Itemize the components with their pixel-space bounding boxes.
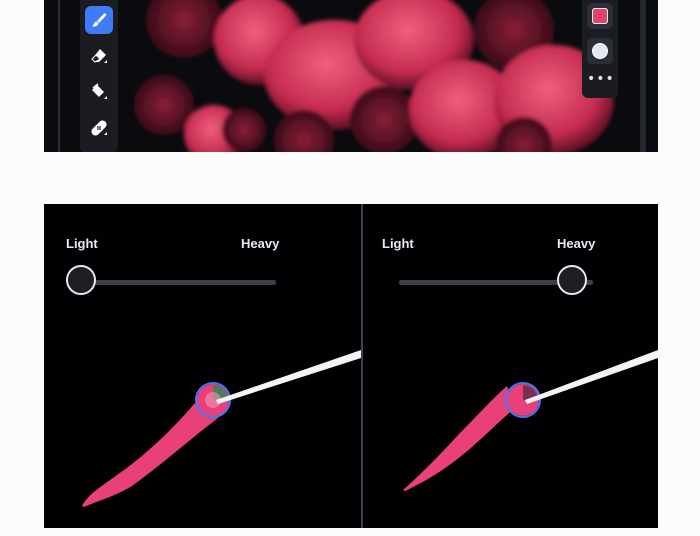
canvas-left-edge — [58, 0, 60, 152]
primary-color-button[interactable] — [587, 3, 613, 29]
tool-panel — [80, 0, 118, 152]
canvas-right-edge — [640, 0, 646, 152]
brush-tool-button[interactable] — [85, 6, 113, 34]
secondary-color-button[interactable] — [587, 38, 613, 64]
eraser-icon — [91, 49, 107, 63]
more-options-button[interactable]: ••• — [587, 70, 614, 88]
paint-bucket-icon — [92, 83, 107, 99]
primary-color-swatch — [592, 8, 608, 24]
pressure-demo: Light Heavy Light Heavy — [44, 204, 658, 528]
bandage-icon — [91, 120, 107, 136]
color-panel: ••• — [582, 0, 618, 98]
light-pressure-panel: Light Heavy — [44, 204, 361, 528]
brush-stroke-heavy — [403, 350, 658, 491]
secondary-color-swatch — [592, 43, 608, 59]
brush-stroke-light — [82, 350, 361, 507]
stylus-pen — [216, 350, 361, 404]
stylus-pen — [525, 350, 658, 404]
brush-icon — [92, 13, 107, 27]
healing-tool-button[interactable] — [85, 114, 113, 142]
canvas-artwork — [44, 0, 658, 152]
heavy-pressure-panel: Light Heavy — [363, 204, 658, 528]
eraser-tool-button[interactable] — [85, 42, 113, 70]
app-screenshot-top: ••• — [44, 0, 658, 152]
stroke-shape — [403, 386, 515, 491]
fill-tool-button[interactable] — [85, 78, 113, 106]
